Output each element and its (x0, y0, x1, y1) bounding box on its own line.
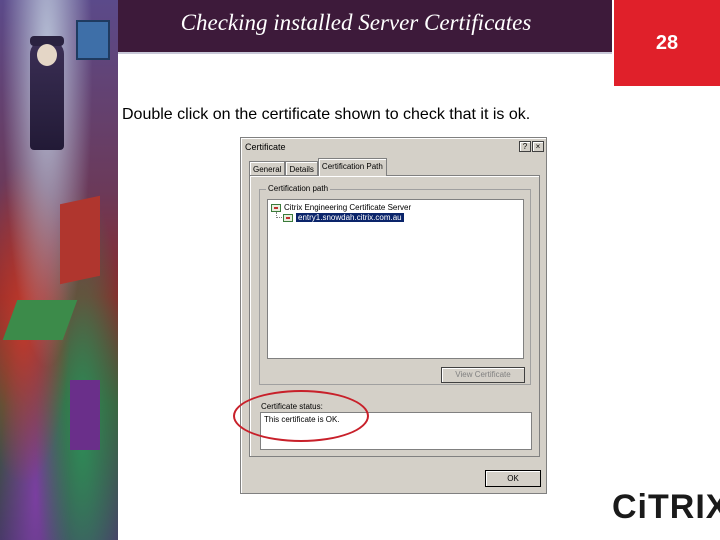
decorative-artwork (0, 0, 118, 540)
view-certificate-button[interactable]: View Certificate (441, 367, 525, 383)
close-button[interactable]: × (532, 141, 544, 152)
tree-item-label: Citrix Engineering Certificate Server (284, 203, 412, 212)
head-graphic (37, 44, 57, 66)
slide-title: Checking installed Server Certificates (180, 10, 532, 35)
help-button[interactable]: ? (519, 141, 531, 152)
tab-details[interactable]: Details (285, 161, 318, 176)
shape-graphic (2, 300, 78, 340)
page-number: 28 (612, 0, 720, 86)
shape-graphic (60, 195, 100, 285)
shape-graphic (70, 380, 100, 450)
tab-certification-path[interactable]: Certification Path (317, 158, 387, 176)
instruction-text: Double click on the certificate shown to… (122, 106, 531, 123)
certificate-tree[interactable]: Citrix Engineering Certificate Server en… (267, 199, 524, 359)
citrix-logo: CiTRIX (612, 488, 720, 526)
highlight-ellipse (233, 390, 369, 442)
tree-item-root[interactable]: Citrix Engineering Certificate Server (271, 203, 411, 212)
tree-item-child[interactable]: entry1.snowdah.citrix.com.au (283, 213, 404, 222)
ok-button[interactable]: OK (485, 470, 541, 487)
tree-item-label: entry1.snowdah.citrix.com.au (296, 213, 404, 222)
certificate-icon (283, 213, 293, 222)
monitor-graphic (76, 20, 110, 60)
certification-path-group: Certification path Citrix Engineering Ce… (259, 184, 531, 385)
dialog-tabs: General Details Certification Path (249, 158, 387, 176)
tree-connector (276, 212, 282, 218)
dialog-title: Certificate (243, 140, 544, 154)
certificate-icon (271, 203, 281, 212)
slide-title-bar: Checking installed Server Certificates (118, 0, 612, 54)
tab-general[interactable]: General (249, 161, 286, 176)
group-label: Certification path (266, 184, 331, 193)
